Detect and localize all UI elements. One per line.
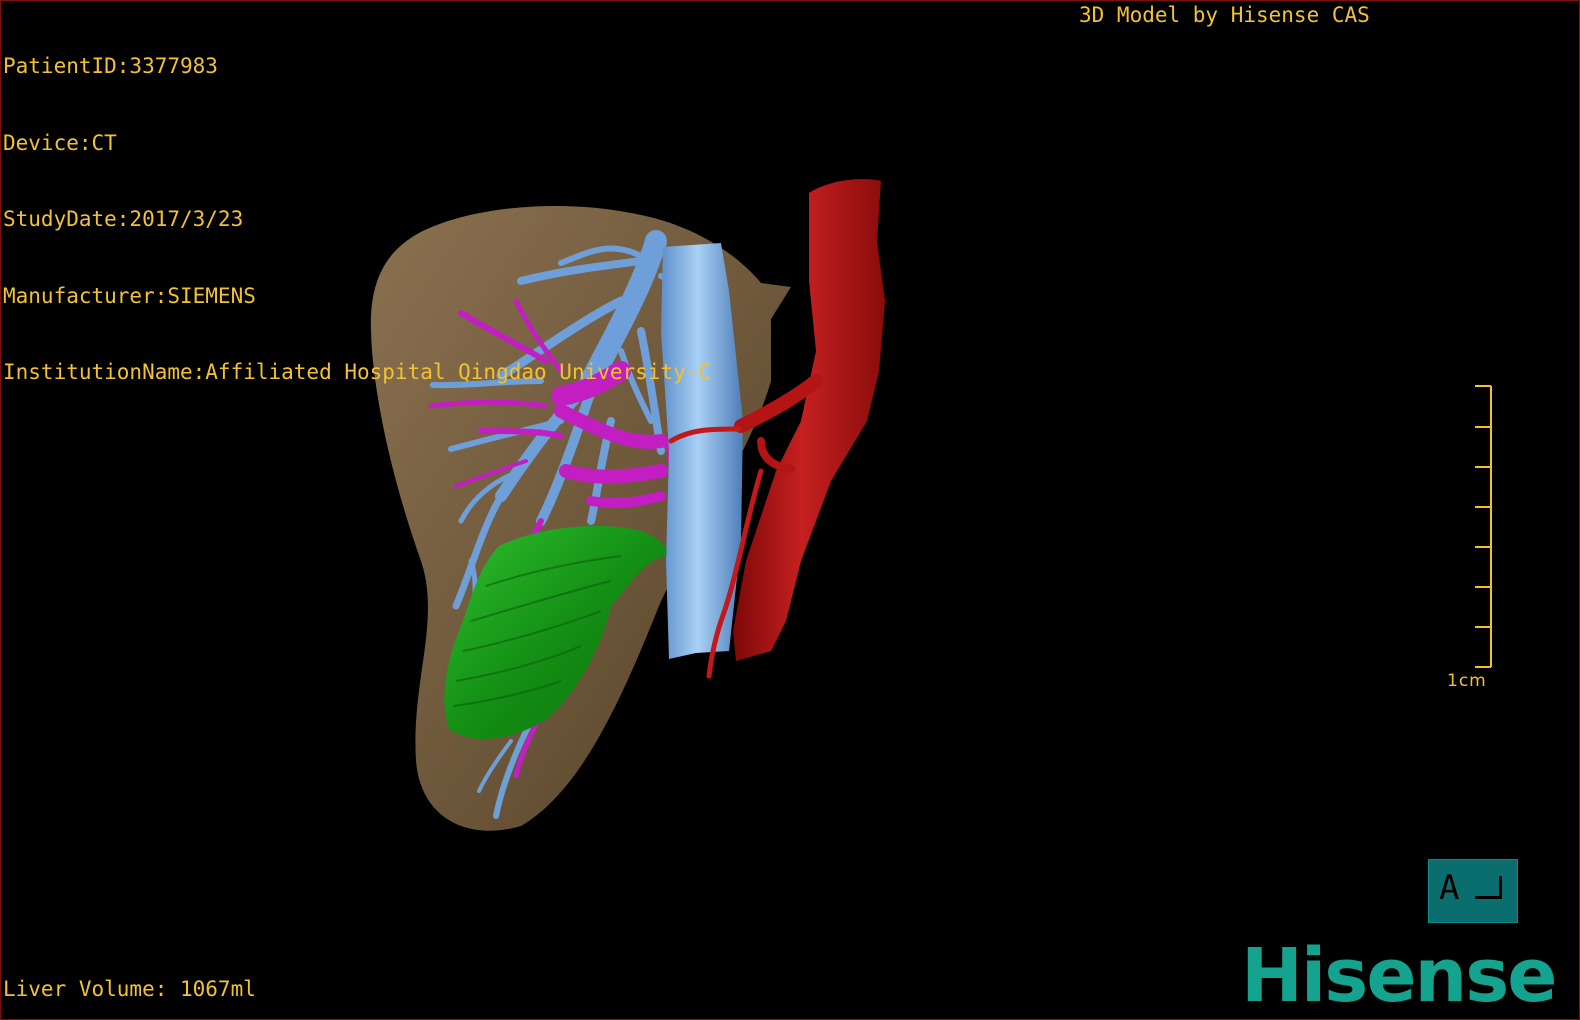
model-credit-text: 3D Model by Hisense CAS — [1079, 3, 1370, 27]
device-text: Device:CT — [3, 130, 117, 155]
dicom-info-overlay: PatientID:3377983 Device:CT StudyDate:20… — [3, 3, 711, 437]
orientation-corner-icon — [1475, 876, 1502, 899]
institution-text: InstitutionName:Affiliated Hospital Qing… — [3, 360, 712, 384]
manufacturer-text: Manufacturer:SIEMENS — [3, 283, 256, 308]
orientation-letter: A — [1439, 868, 1460, 908]
scale-bar-label: 1cm — [1447, 671, 1487, 691]
orientation-button[interactable]: A — [1428, 859, 1518, 923]
study-date-text: StudyDate:2017/3/23 — [3, 207, 244, 231]
scale-bar — [1475, 385, 1492, 668]
3d-viewport[interactable]: PatientID:3377983 Device:CT StudyDate:20… — [0, 0, 1580, 1020]
hisense-logo: Hisense — [1241, 933, 1557, 1019]
liver-volume-text: Liver Volume: 1067ml — [3, 977, 256, 1001]
patient-id-text: PatientID:3377983 — [3, 54, 218, 78]
